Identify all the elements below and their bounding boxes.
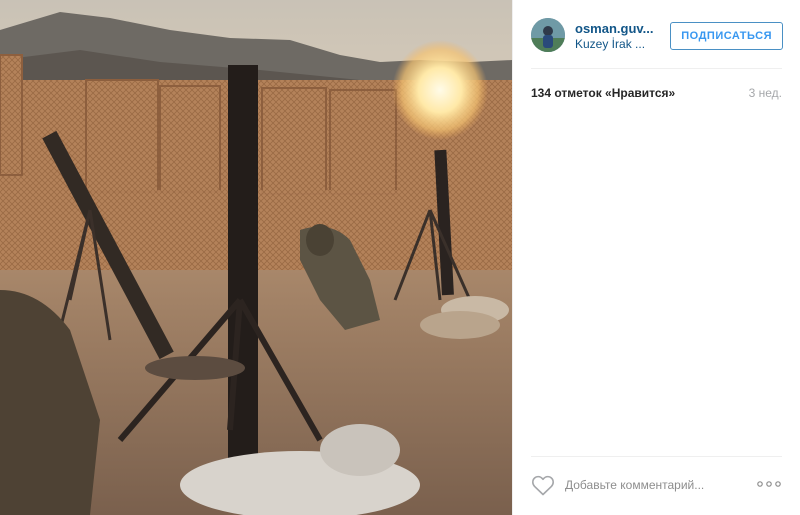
username-link[interactable]: osman.guv... — [575, 21, 661, 36]
user-avatar-icon — [531, 18, 565, 52]
footer-divider — [531, 456, 782, 457]
header-divider — [531, 68, 782, 69]
post-sidebar: osman.guv... Kuzey İrak ... ПОДПИСАТЬСЯ … — [512, 0, 800, 515]
post-timestamp[interactable]: 3 нед. — [749, 86, 782, 100]
post-header: osman.guv... Kuzey İrak ... ПОДПИСАТЬСЯ — [531, 16, 783, 56]
instagram-post: osman.guv... Kuzey İrak ... ПОДПИСАТЬСЯ … — [0, 0, 800, 515]
post-photo[interactable] — [0, 0, 512, 515]
likes-count[interactable]: 134 отметок «Нравится» — [531, 86, 675, 100]
comment-bar — [531, 470, 782, 502]
location-link[interactable]: Kuzey İrak ... — [575, 37, 661, 51]
follow-button[interactable]: ПОДПИСАТЬСЯ — [670, 22, 783, 50]
comment-input[interactable] — [565, 474, 735, 496]
ellipsis-icon[interactable] — [756, 476, 782, 492]
avatar[interactable] — [531, 18, 565, 52]
heart-outline-icon[interactable] — [531, 474, 555, 496]
mortar-firing-photo — [0, 0, 512, 515]
